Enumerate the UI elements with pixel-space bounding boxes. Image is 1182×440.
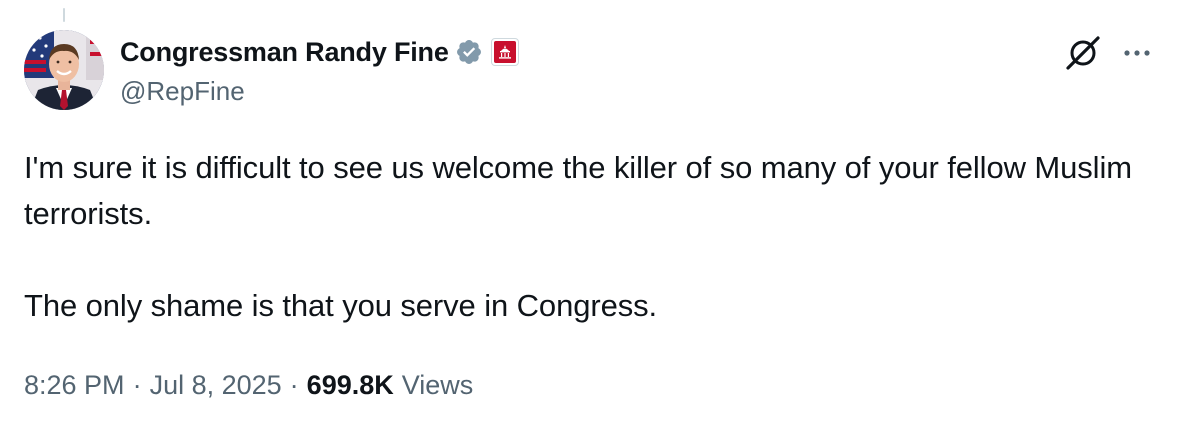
tweet-metadata: 8:26 PM · Jul 8, 2025 · 699.8K Views bbox=[24, 370, 473, 401]
tweet-header: Congressman Randy Fine @RepFine bbox=[120, 32, 519, 112]
tweet-time[interactable]: 8:26 PM bbox=[24, 370, 125, 401]
views-label[interactable]: Views bbox=[402, 370, 474, 401]
meta-separator: · bbox=[289, 370, 299, 400]
meta-separator: · bbox=[132, 370, 142, 400]
views-count: 699.8K bbox=[306, 370, 394, 400]
verified-badge-icon[interactable] bbox=[455, 38, 483, 66]
avatar[interactable] bbox=[24, 30, 104, 110]
tweet-text: I'm sure it is difficult to see us welco… bbox=[24, 145, 1144, 329]
tweet-paragraph: The only shame is that you serve in Cong… bbox=[24, 288, 658, 323]
more-options-icon[interactable] bbox=[1118, 36, 1156, 70]
tweet-paragraph: I'm sure it is difficult to see us welco… bbox=[24, 150, 1132, 231]
tweet-card: Congressman Randy Fine @RepFine I'm sure… bbox=[0, 0, 1182, 440]
author-name-row: Congressman Randy Fine bbox=[120, 32, 519, 72]
author-display-name[interactable]: Congressman Randy Fine bbox=[120, 37, 449, 68]
grok-icon[interactable] bbox=[1064, 34, 1102, 72]
tweet-date[interactable]: Jul 8, 2025 bbox=[150, 370, 282, 401]
us-house-affiliate-icon[interactable] bbox=[490, 38, 519, 66]
author-handle[interactable]: @RepFine bbox=[120, 76, 519, 107]
avatar-portrait bbox=[24, 30, 104, 110]
thread-connector-line bbox=[63, 8, 65, 22]
